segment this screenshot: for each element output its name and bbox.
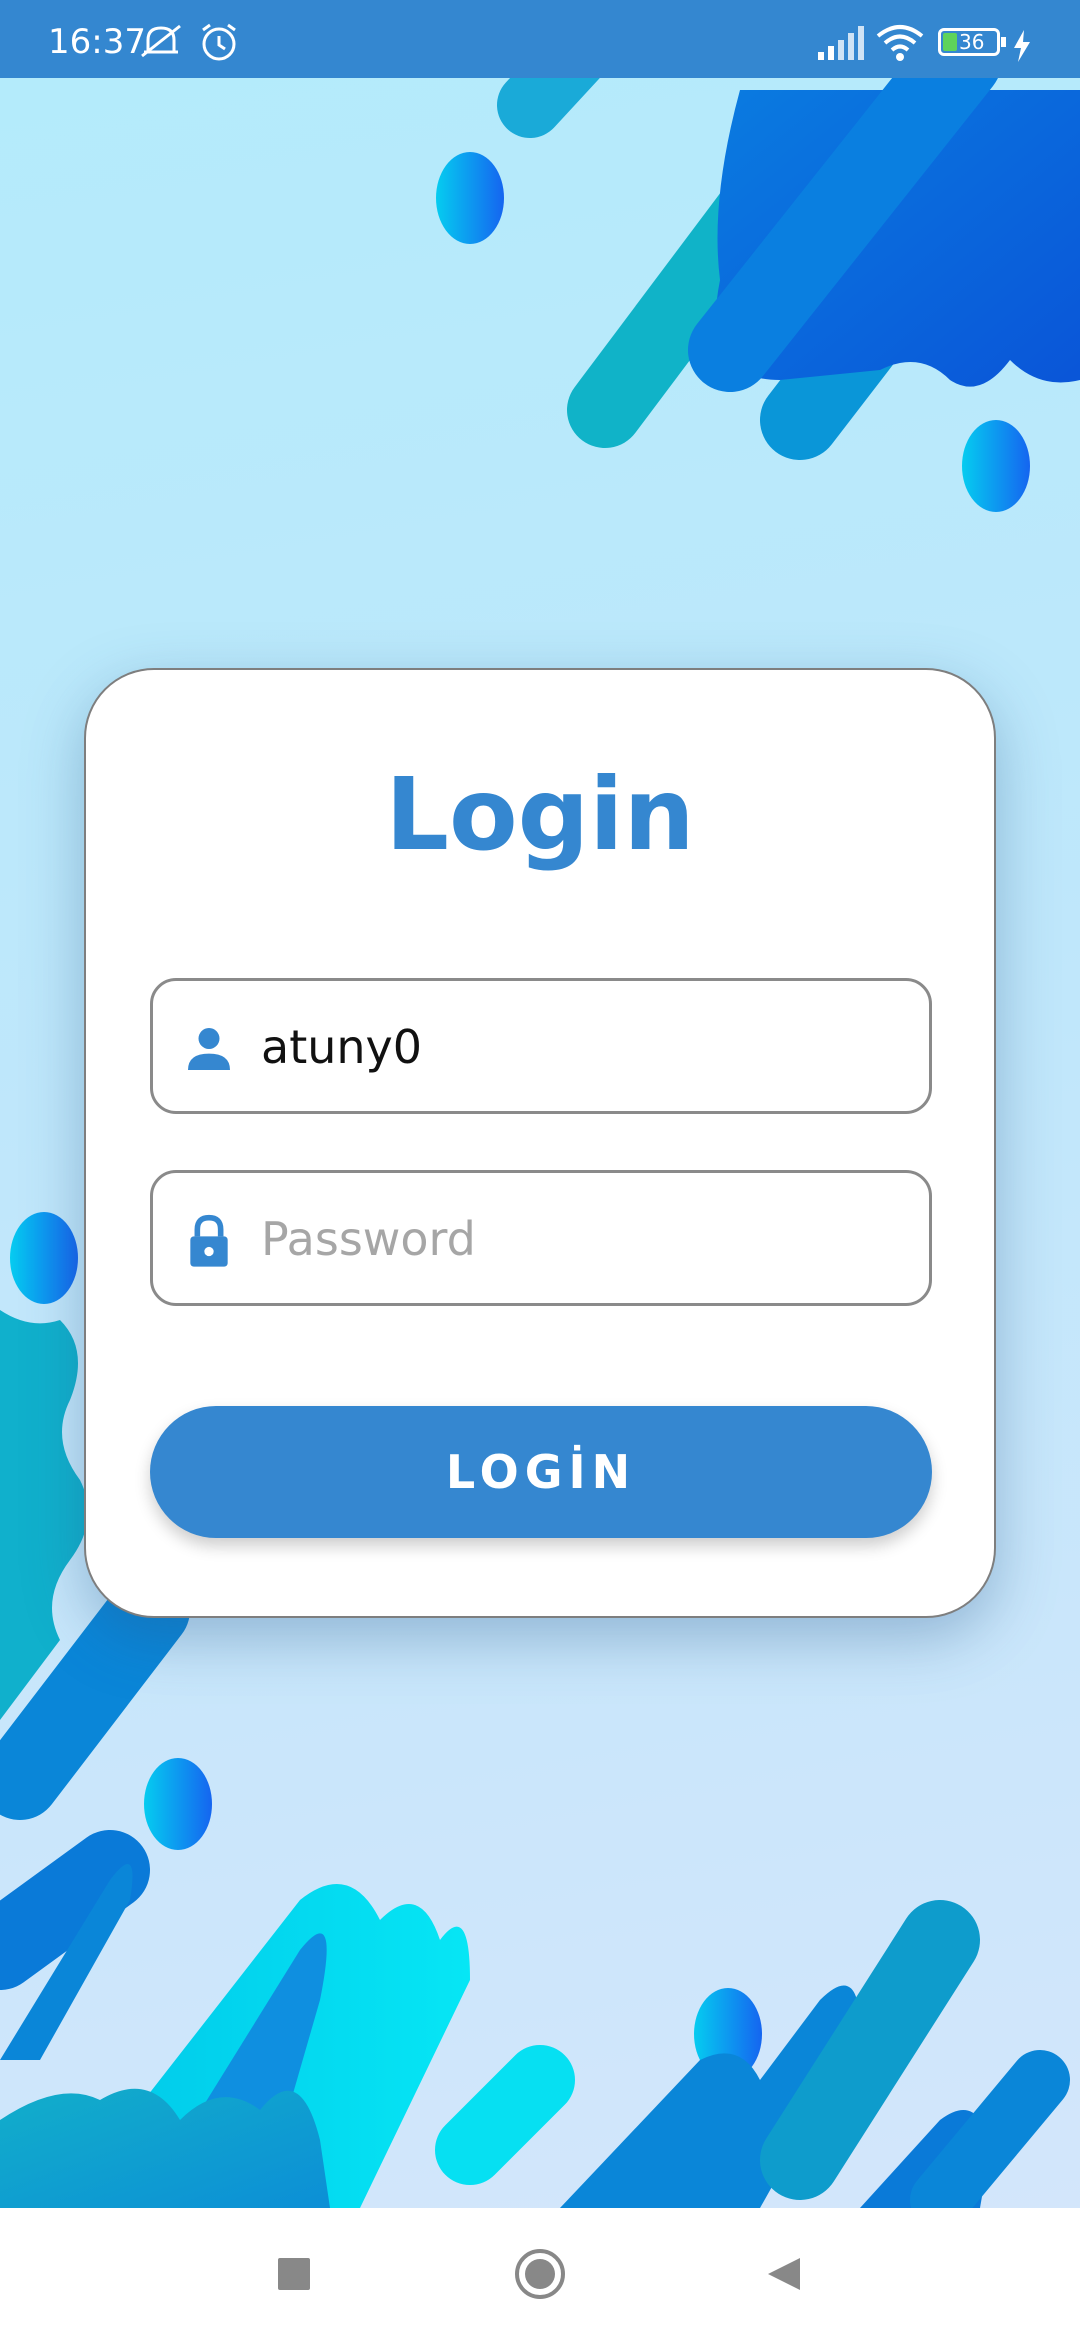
signal-icon — [818, 26, 864, 60]
username-field[interactable] — [150, 978, 932, 1114]
person-icon — [188, 1028, 230, 1070]
login-button[interactable]: LOGİN — [150, 1406, 932, 1538]
password-field[interactable] — [150, 1170, 932, 1306]
status-bar: 16:37 36 — [0, 0, 1080, 78]
password-input[interactable] — [261, 1197, 901, 1281]
battery-icon: 36 — [938, 28, 1006, 56]
recents-square-icon[interactable] — [274, 2254, 314, 2294]
alarm-icon — [202, 23, 236, 61]
login-card: Login LOGİN — [84, 668, 996, 1618]
username-input[interactable] — [261, 1005, 901, 1089]
wifi-icon — [876, 25, 924, 61]
home-circle-icon[interactable] — [514, 2248, 566, 2300]
navigation-bar — [0, 2208, 1080, 2340]
back-triangle-icon[interactable] — [764, 2254, 804, 2294]
battery-level: 36 — [959, 30, 985, 54]
lock-icon — [190, 1214, 228, 1267]
charging-icon — [1014, 30, 1030, 62]
mute-icon — [141, 24, 181, 58]
login-title: Login — [385, 756, 695, 873]
status-time: 16:37 — [48, 22, 146, 62]
